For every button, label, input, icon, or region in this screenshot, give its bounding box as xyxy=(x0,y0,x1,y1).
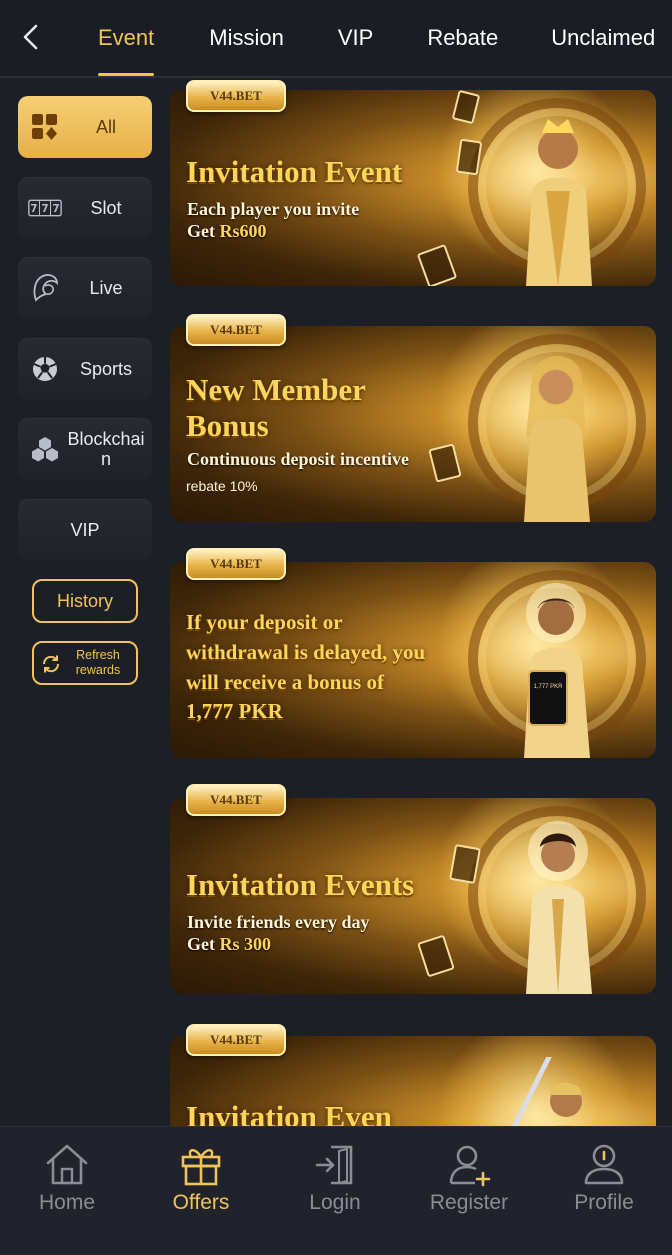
banner-text: If your deposit or xyxy=(186,610,343,634)
nav-home[interactable]: Home xyxy=(12,1141,122,1215)
bottom-nav: Home Offers Login Register Profile xyxy=(0,1126,672,1255)
brand-badge: V44.BET xyxy=(186,1024,286,1056)
brand-badge: V44.BET xyxy=(186,314,286,346)
category-label: Blockchain xyxy=(67,429,145,469)
category-sidebar: All 777 Slot Live Sports Blockchain VIP … xyxy=(18,96,152,685)
chevron-left-icon xyxy=(23,24,38,50)
phone-image: 1,777 PKR xyxy=(528,670,568,726)
blockchain-cubes-icon xyxy=(28,432,62,466)
warrior-figure-image xyxy=(511,1057,582,1126)
banner-title: Bonus xyxy=(186,408,269,443)
card-image xyxy=(416,243,458,286)
category-slot[interactable]: 777 Slot xyxy=(18,176,152,239)
category-label: Slot xyxy=(90,197,122,218)
category-vip[interactable]: VIP xyxy=(18,498,152,561)
banner-subtitle: Get Rs 300 xyxy=(187,934,271,954)
banner-subtitle: Invite friends every day xyxy=(187,912,370,932)
nav-label: Login xyxy=(309,1191,361,1214)
tab-unclaimed[interactable]: Unclaimed xyxy=(551,0,655,76)
card-image xyxy=(417,934,455,978)
banner-title: New Member xyxy=(186,372,366,407)
nav-label: Profile xyxy=(574,1191,634,1214)
banner-text: withdrawal is delayed, you xyxy=(186,640,426,664)
banner-title: Invitation Events xyxy=(186,867,415,902)
refresh-rewards-button[interactable]: Refresh rewards xyxy=(32,641,138,685)
slot-777-icon: 777 xyxy=(28,191,62,225)
brand-badge: V44.BET xyxy=(186,784,286,816)
brand-badge: V44.BET xyxy=(186,548,286,580)
login-door-icon xyxy=(315,1145,353,1185)
tab-vip[interactable]: VIP xyxy=(338,0,373,76)
prince-figure-image xyxy=(526,821,592,994)
refresh-label: Refresh rewards xyxy=(75,648,121,677)
banner-title: Invitation Even xyxy=(186,1099,392,1126)
banner-text: 1,777 PKR xyxy=(186,699,283,723)
nav-label: Offers xyxy=(172,1191,230,1214)
banner-subtitle: Get Rs600 xyxy=(187,221,267,241)
live-woman-icon xyxy=(28,271,62,305)
tab-mission[interactable]: Mission xyxy=(209,0,284,76)
tab-rebate[interactable]: Rebate xyxy=(427,0,498,76)
refresh-icon xyxy=(42,655,60,673)
svg-text:7: 7 xyxy=(53,204,60,215)
nav-login[interactable]: Login xyxy=(280,1141,390,1215)
history-button[interactable]: History xyxy=(32,579,138,623)
user-add-icon xyxy=(449,1145,491,1187)
category-blockchain[interactable]: Blockchain xyxy=(18,418,152,480)
gift-icon xyxy=(181,1149,221,1186)
event-banner-list: V44.BET Invitation Event Each player you… xyxy=(170,78,656,1126)
category-label: All xyxy=(95,117,116,137)
banner-small-text: rebate 10% xyxy=(186,478,258,494)
category-all[interactable]: All xyxy=(18,96,152,158)
category-sports[interactable]: Sports xyxy=(18,337,152,400)
banner-text: will receive a bonus of xyxy=(186,670,384,694)
tab-event[interactable]: Event xyxy=(98,0,155,76)
nav-label: Home xyxy=(38,1191,96,1214)
category-label: VIP xyxy=(70,519,100,540)
tab-bar: Event Mission VIP Rebate Unclaimed xyxy=(82,0,672,76)
home-icon xyxy=(46,1144,88,1185)
svg-text:7: 7 xyxy=(41,204,48,215)
banner-subtitle: Each player you invite xyxy=(187,199,360,219)
profile-icon xyxy=(584,1144,624,1185)
svg-text:7: 7 xyxy=(30,204,37,215)
banner-title: Invitation Event xyxy=(186,154,403,189)
soccer-ball-icon xyxy=(28,352,62,386)
nav-offers[interactable]: Offers xyxy=(146,1141,256,1215)
back-button[interactable] xyxy=(14,20,48,54)
nav-profile[interactable]: Profile xyxy=(549,1141,659,1215)
phone-text: 1,777 PKR xyxy=(533,684,563,690)
king-figure-image xyxy=(526,119,592,286)
brand-badge: V44.BET xyxy=(186,80,286,112)
banner-subtitle: Continuous deposit incentive xyxy=(187,449,410,469)
queen-figure-image xyxy=(524,356,590,522)
category-label: Sports xyxy=(79,358,133,379)
category-live[interactable]: Live xyxy=(18,257,152,319)
category-label: Live xyxy=(89,278,123,298)
nav-register[interactable]: Register xyxy=(414,1141,524,1215)
card-image xyxy=(455,138,483,176)
nav-label: Register xyxy=(429,1191,509,1214)
cards-icon xyxy=(28,110,62,144)
top-bar: Event Mission VIP Rebate Unclaimed xyxy=(0,0,672,78)
